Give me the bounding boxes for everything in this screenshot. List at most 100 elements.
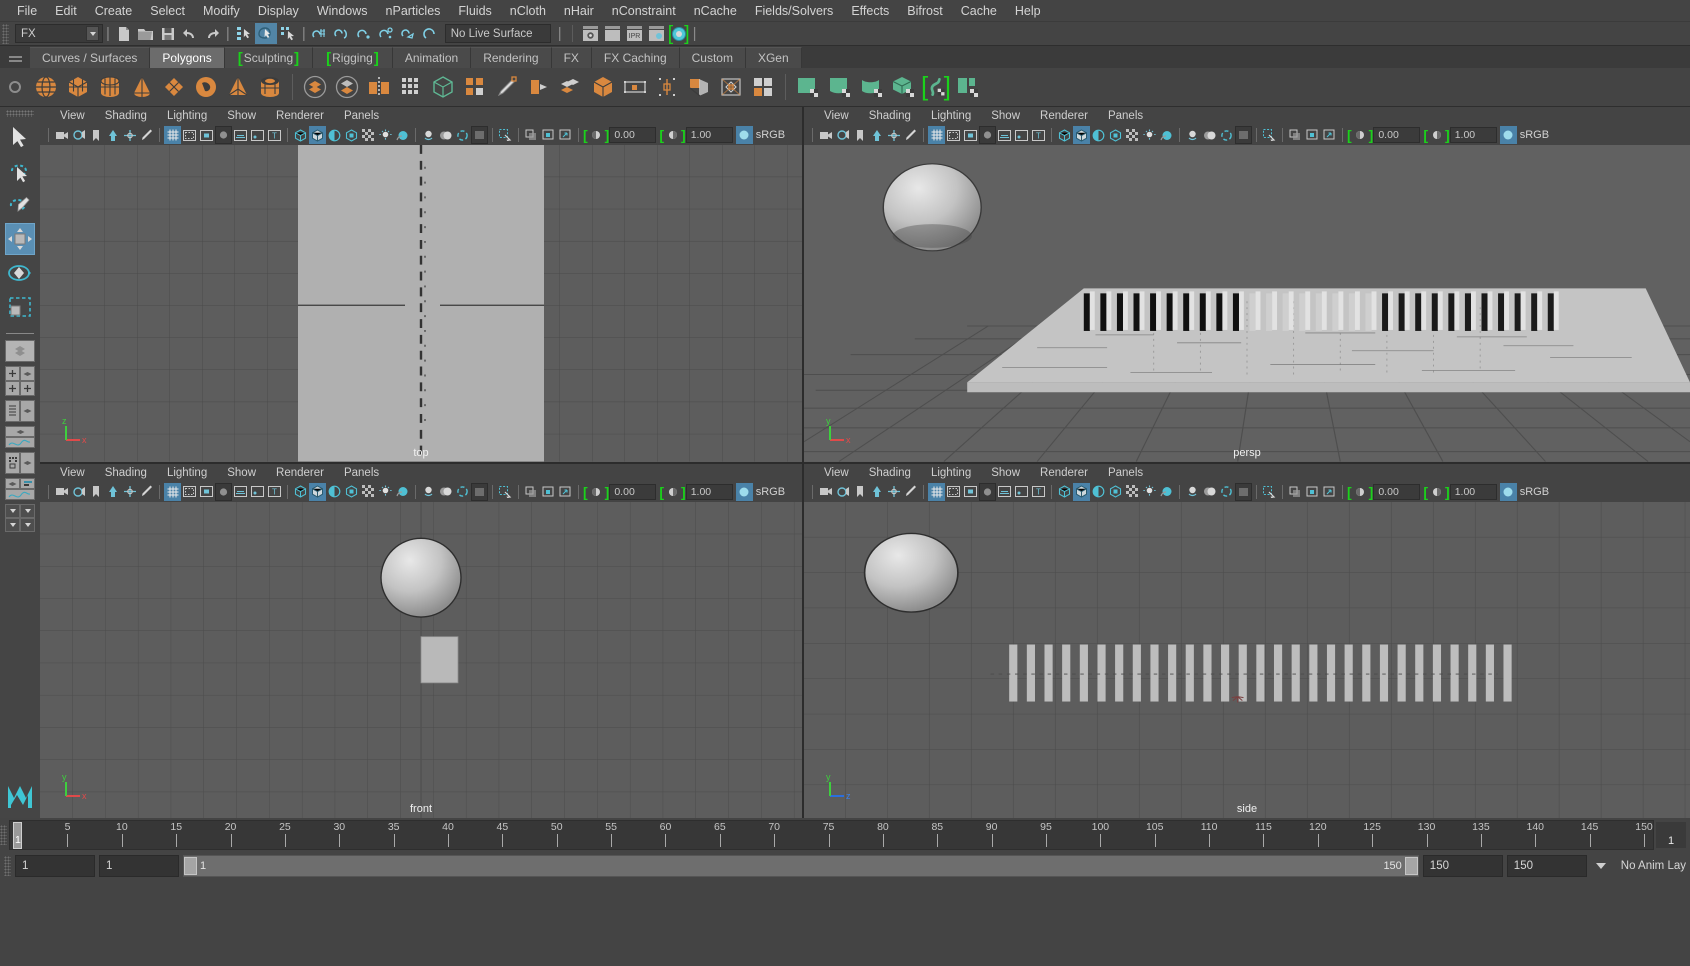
shelf-tab-sculpting[interactable]: [ Sculpting ]: [224, 47, 314, 68]
shelf-tab-curves-surfaces[interactable]: Curves / Surfaces: [30, 47, 151, 68]
motion-blur-icon[interactable]: [420, 483, 437, 501]
xray-icon[interactable]: [1261, 126, 1278, 144]
resolution-gate-icon[interactable]: [198, 126, 215, 144]
exposure-icon[interactable]: [588, 126, 605, 144]
xray-icon[interactable]: [1261, 483, 1278, 501]
gamma-field[interactable]: 1.00: [1449, 127, 1497, 143]
grid-toggle-icon[interactable]: [928, 482, 945, 501]
select-by-hierarchy-icon[interactable]: [233, 23, 255, 44]
exposure-field[interactable]: 0.00: [1373, 127, 1421, 143]
xray-active-components-icon[interactable]: [540, 126, 557, 144]
screen-space-ao-icon[interactable]: [1158, 483, 1175, 501]
exposure-field[interactable]: 0.00: [1373, 483, 1421, 500]
xray-active-components-icon[interactable]: [540, 483, 557, 501]
current-frame-field[interactable]: 1: [1656, 821, 1686, 848]
safe-action-icon[interactable]: [249, 483, 266, 501]
select-camera-icon[interactable]: [817, 126, 834, 144]
shelf-tab-rigging[interactable]: [ Rigging ]: [313, 47, 393, 68]
gamma-icon[interactable]: [664, 126, 681, 144]
select-camera-icon[interactable]: [53, 483, 70, 501]
four-view-layout-icon[interactable]: [5, 366, 35, 396]
move-tool-icon[interactable]: [5, 223, 35, 255]
gamma-field[interactable]: 1.00: [1449, 483, 1497, 500]
grid-toggle-icon[interactable]: [928, 126, 945, 144]
film-gate-icon[interactable]: [181, 483, 198, 501]
panel-menu-lighting[interactable]: Lighting: [157, 467, 217, 479]
panel-menu-lighting[interactable]: Lighting: [921, 467, 981, 479]
bookmarks-icon[interactable]: [87, 483, 104, 501]
film-gate-icon[interactable]: [945, 126, 962, 144]
render-settings-icon[interactable]: [646, 23, 668, 44]
color-management-icon[interactable]: [735, 126, 753, 144]
range-slider-grip[interactable]: [4, 856, 11, 876]
menu-windows[interactable]: Windows: [308, 0, 377, 22]
textured-icon[interactable]: [1107, 126, 1124, 144]
viewport-canvas-side[interactable]: z y side: [804, 501, 1690, 818]
grid-toggle-icon[interactable]: [164, 126, 181, 144]
range-slider-bar[interactable]: 1 150: [183, 855, 1419, 877]
use-all-lights-icon[interactable]: [360, 483, 377, 501]
range-end-field[interactable]: 150: [1422, 855, 1503, 877]
panel-menu-show[interactable]: Show: [981, 110, 1030, 122]
combine-icon[interactable]: [300, 71, 330, 103]
field-chart-icon[interactable]: [232, 126, 249, 144]
menu-cache[interactable]: Cache: [952, 0, 1006, 22]
shaded-wireframe-icon[interactable]: [326, 483, 343, 501]
gamma-icon[interactable]: [1428, 483, 1445, 501]
select-tool-icon[interactable]: [5, 121, 35, 153]
grease-pencil-icon[interactable]: [138, 483, 155, 501]
safe-title-icon[interactable]: T: [1030, 126, 1047, 144]
ipr-render-icon[interactable]: IPR: [624, 23, 646, 44]
field-chart-icon[interactable]: [996, 126, 1013, 144]
select-by-object-type-icon[interactable]: [254, 23, 277, 44]
outliner-graph-layout-icon[interactable]: [5, 478, 35, 500]
depth-of-field-icon[interactable]: [1218, 126, 1235, 144]
menu-select[interactable]: Select: [141, 0, 194, 22]
panel-menu-lighting[interactable]: Lighting: [157, 110, 217, 122]
snap-to-projected-center-icon[interactable]: [375, 23, 397, 44]
rotate-tool-icon[interactable]: [5, 257, 35, 289]
gate-mask-icon[interactable]: [979, 482, 996, 501]
color-management-icon[interactable]: [735, 482, 753, 501]
grease-pencil-icon[interactable]: [138, 126, 155, 144]
2d-pan-zoom-icon[interactable]: [121, 483, 138, 501]
extrude-icon[interactable]: [460, 71, 490, 103]
time-slider-grip[interactable]: [0, 824, 7, 845]
statusline-grip[interactable]: [2, 23, 9, 44]
make-live-icon[interactable]: [419, 23, 441, 44]
field-chart-icon[interactable]: [232, 483, 249, 501]
wireframe-icon[interactable]: [292, 126, 309, 144]
shelf-options-icon[interactable]: [0, 68, 30, 106]
bevel-icon[interactable]: [524, 71, 554, 103]
render-current-frame-icon[interactable]: [580, 23, 602, 44]
panel-menu-shading[interactable]: Shading: [95, 467, 157, 479]
offset-edge-loop-icon[interactable]: [716, 71, 746, 103]
shadows-icon[interactable]: [377, 126, 394, 144]
multisample-aa-icon[interactable]: [1201, 126, 1218, 144]
panel-menu-renderer[interactable]: Renderer: [1030, 110, 1098, 122]
gamma-field[interactable]: 1.00: [685, 483, 733, 500]
uv-automatic-icon[interactable]: [889, 71, 919, 103]
menu-help[interactable]: Help: [1006, 0, 1050, 22]
xray-icon[interactable]: [497, 483, 514, 501]
polygon-sphere-icon[interactable]: [31, 71, 61, 103]
isolate-select-icon[interactable]: [1235, 126, 1252, 144]
panel-menu-renderer[interactable]: Renderer: [266, 110, 334, 122]
bookmarks-icon[interactable]: [851, 483, 868, 501]
menu-nconstraint[interactable]: nConstraint: [603, 0, 685, 22]
menu-ncache[interactable]: nCache: [685, 0, 746, 22]
textured-icon[interactable]: [1107, 483, 1124, 501]
menu-modify[interactable]: Modify: [194, 0, 249, 22]
outliner-persp-layout-icon[interactable]: [5, 400, 35, 422]
panel-menu-view[interactable]: View: [814, 467, 859, 479]
xray-joints-icon[interactable]: [1287, 126, 1304, 144]
shadows-icon[interactable]: [1141, 483, 1158, 501]
image-plane-icon[interactable]: [104, 483, 121, 501]
select-by-component-type-icon[interactable]: [277, 23, 299, 44]
bookmarks-icon[interactable]: [851, 126, 868, 144]
safe-title-icon[interactable]: T: [1030, 483, 1047, 501]
panel-menu-show[interactable]: Show: [981, 467, 1030, 479]
uv-planar-icon[interactable]: [793, 71, 823, 103]
range-start-handle[interactable]: [184, 857, 197, 875]
exposure-icon[interactable]: [588, 483, 605, 501]
